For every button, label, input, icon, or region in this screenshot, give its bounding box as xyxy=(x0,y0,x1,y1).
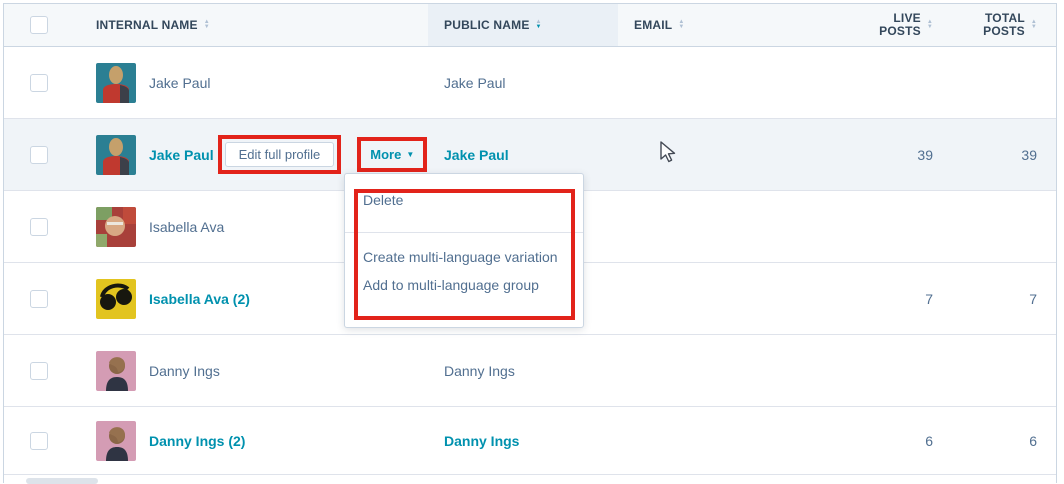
jake-paul-avatar xyxy=(96,63,136,103)
internal-name: Jake Paul xyxy=(149,75,210,91)
row-checkbox[interactable] xyxy=(30,290,48,308)
column-header-total-posts[interactable]: TOTAL POSTS ▲▼ xyxy=(936,4,1044,46)
internal-name: Danny Ings xyxy=(149,363,220,379)
column-header-public-name[interactable]: PUBLIC NAME ▲▼ xyxy=(428,4,618,46)
menu-item-create-multi-language-variation[interactable]: Create multi-language variation xyxy=(345,243,583,271)
more-annotation-box: More▼ xyxy=(357,137,427,172)
authors-table: INTERNAL NAME ▲▼ PUBLIC NAME ▲▼ EMAIL ▲▼… xyxy=(3,3,1057,483)
sort-descending-icon: ▲▼ xyxy=(536,20,542,30)
sort-icon: ▲▼ xyxy=(678,20,684,30)
internal-name: Isabella Ava xyxy=(149,219,224,235)
more-dropdown-menu: Delete Create multi-language variation A… xyxy=(344,173,584,328)
menu-divider xyxy=(345,232,583,233)
isabella-ava-avatar xyxy=(96,207,136,247)
column-label: LIVE POSTS xyxy=(877,12,921,38)
table-header: INTERNAL NAME ▲▼ PUBLIC NAME ▲▼ EMAIL ▲▼… xyxy=(4,4,1056,47)
public-name-link[interactable]: Jake Paul xyxy=(444,147,509,163)
edit-full-profile-button[interactable]: Edit full profile xyxy=(225,142,335,167)
horizontal-scrollbar-thumb[interactable] xyxy=(26,478,98,484)
jake-paul-avatar xyxy=(96,135,136,175)
internal-name-link[interactable]: Jake Paul xyxy=(149,147,214,163)
column-label: INTERNAL NAME xyxy=(96,18,198,32)
public-name-link[interactable]: Danny Ings xyxy=(444,433,519,449)
sort-icon: ▲▼ xyxy=(1031,20,1037,30)
row-checkbox[interactable] xyxy=(30,146,48,164)
column-header-internal-name[interactable]: INTERNAL NAME ▲▼ xyxy=(73,4,428,46)
row-checkbox[interactable] xyxy=(30,432,48,450)
danny-ings-avatar xyxy=(96,421,136,461)
edit-annotation-box: Edit full profile xyxy=(218,135,342,174)
column-label: EMAIL xyxy=(634,18,672,32)
sort-icon: ▲▼ xyxy=(204,20,210,30)
total-posts-value: 39 xyxy=(1021,147,1037,163)
table-row: Jake Paul Jake Paul xyxy=(4,47,1056,119)
table-row: Danny Ings Danny Ings xyxy=(4,335,1056,407)
row-checkbox[interactable] xyxy=(30,362,48,380)
table-row: Danny Ings (2) Danny Ings 6 6 xyxy=(4,407,1056,475)
danny-ings-avatar xyxy=(96,351,136,391)
column-header-live-posts[interactable]: LIVE POSTS ▲▼ xyxy=(838,4,936,46)
menu-item-add-to-multi-language-group[interactable]: Add to multi-language group xyxy=(345,271,583,299)
public-name: Jake Paul xyxy=(444,75,505,91)
select-all-checkbox[interactable] xyxy=(30,16,48,34)
live-posts-value: 39 xyxy=(917,147,933,163)
live-posts-value: 6 xyxy=(925,433,933,449)
live-posts-value: 7 xyxy=(925,291,933,307)
sort-icon: ▲▼ xyxy=(927,20,933,30)
row-checkbox[interactable] xyxy=(30,218,48,236)
more-dropdown-button[interactable]: More▼ xyxy=(364,144,420,165)
column-label: TOTAL POSTS xyxy=(981,12,1025,38)
total-posts-value: 6 xyxy=(1029,433,1037,449)
select-all-cell xyxy=(4,4,73,46)
column-header-email[interactable]: EMAIL ▲▼ xyxy=(618,4,838,46)
public-name: Danny Ings xyxy=(444,363,515,379)
column-label: PUBLIC NAME xyxy=(444,18,530,32)
isabella-ava-2-avatar xyxy=(96,279,136,319)
internal-name-link[interactable]: Isabella Ava (2) xyxy=(149,291,250,307)
total-posts-value: 7 xyxy=(1029,291,1037,307)
internal-name-link[interactable]: Danny Ings (2) xyxy=(149,433,245,449)
caret-down-icon: ▼ xyxy=(406,150,414,159)
row-checkbox[interactable] xyxy=(30,74,48,92)
menu-item-delete[interactable]: Delete xyxy=(345,186,583,232)
